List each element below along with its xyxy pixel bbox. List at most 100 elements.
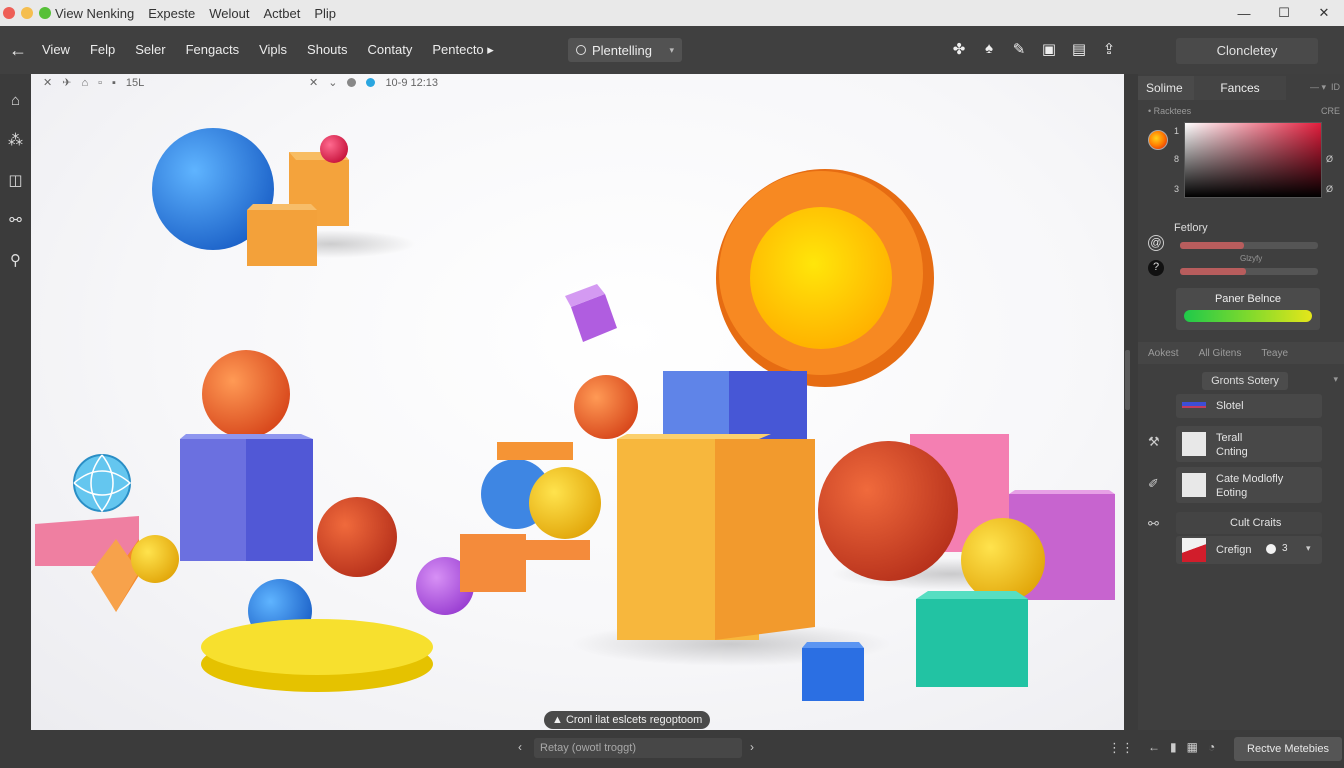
slider-label: Glzyfy [1240,254,1263,263]
material-count: 3 [1282,543,1288,554]
blue-cube-small[interactable] [802,648,864,701]
material-row[interactable]: Crefign 3 ▾ [1176,536,1322,564]
red-sphere-large[interactable] [818,441,958,581]
help-icon[interactable]: ? [1148,260,1164,276]
minimize-icon[interactable]: — [1224,0,1264,26]
material-row[interactable]: Slotel [1176,394,1322,418]
slider-2[interactable] [1180,268,1318,275]
menu-bar: ← View Felp Seler Fengacts Vipls Shouts … [0,26,1344,74]
title-menu-item[interactable]: View Nenking [55,6,134,21]
material-row[interactable]: Terall Cnting [1176,426,1322,462]
navigation-field[interactable]: Retay (owotl troggt) [534,738,742,758]
orange-plank[interactable] [497,442,573,460]
material-row[interactable]: Cate Modlofly Eoting [1176,467,1322,503]
bottom-bar: ‹ Retay (owotl troggt) › ⋮⋮ ← ▮ ▦ ◔ Rect… [0,730,1344,768]
app-window: View Nenking Expeste Welout Actbet Plip … [0,0,1344,768]
teal-cube[interactable] [916,599,1028,687]
orange-sphere-left[interactable] [202,350,290,438]
panel-subtitle-right: CRE [1320,106,1340,116]
tab-solime[interactable]: Solime [1138,76,1194,100]
timer-icon[interactable]: ◔ [1208,740,1215,754]
viewport-canvas[interactable]: ✕ ✈ ⌂ ▫ ▪ 15L ✕ ⌄ 10-9 12:13 ▲ Cronl ila… [31,74,1124,730]
subtab[interactable]: All Gitens [1189,348,1252,359]
subtab[interactable]: Teaye [1251,348,1298,359]
menu-item-fengacts[interactable]: Fengacts [186,42,239,58]
menu-item-felp[interactable]: Felp [90,42,115,58]
subtab[interactable]: Aokest [1138,348,1189,359]
left-toolbar: ⌂ ⁂ ◫ ⚯ ⚲ [0,74,31,730]
window-controls: — ☐ ✕ [1224,0,1344,26]
drop-icon[interactable]: ♠ [980,40,998,58]
yellow-sphere-right[interactable] [961,518,1045,602]
zoom-window-button[interactable] [39,7,51,19]
minimize-window-button[interactable] [21,7,33,19]
menu-item-seler[interactable]: Seler [135,42,165,58]
link-icon[interactable]: ⚯ [1148,516,1159,532]
gradient-widget[interactable]: Paner Belnce [1176,288,1320,330]
grid-icon[interactable]: ⋮⋮ [1108,740,1134,756]
chevron-left-icon[interactable]: ‹ [518,740,522,754]
menu-item-vipls[interactable]: Vipls [259,42,287,58]
menu-item-contaty[interactable]: Contaty [368,42,413,58]
camera-icon[interactable]: ▮ [1170,740,1177,754]
back-arrow-icon[interactable]: ← [1148,740,1160,754]
pen-icon[interactable]: ✎ [1010,40,1028,58]
color-picker-square[interactable] [1184,122,1322,198]
red-sphere-mid[interactable] [317,497,397,577]
material-row[interactable]: Cult Craits [1176,512,1322,534]
chevron-right-icon[interactable]: › [750,740,754,754]
chevron-down-icon: ▾ [669,44,674,55]
home-tool-icon[interactable]: ⌂ [11,92,20,109]
back-arrow-icon[interactable]: ← [0,40,36,61]
title-menu-item[interactable]: Welout [209,6,249,21]
menu-item-view[interactable]: View [42,42,70,58]
material-name: Crefign [1216,544,1252,556]
red-small-sphere[interactable] [320,135,348,163]
complete-button[interactable]: Cloncletey [1176,38,1318,64]
tab-fances[interactable]: Fances [1194,76,1286,100]
menu-item-shouts[interactable]: Shouts [307,42,347,58]
material-subtabs: Aokest All Gitens Teaye [1138,342,1344,364]
vertical-scrollbar[interactable] [1125,350,1130,410]
node-tool-icon[interactable]: ⁂ [8,131,23,149]
maximize-icon[interactable]: ☐ [1264,0,1304,26]
orange-sphere-center[interactable] [574,375,638,439]
document-icon[interactable]: ▤ [1070,40,1088,58]
image-icon[interactable]: ▦ [1187,740,1198,754]
color-value: 3 [1174,184,1180,194]
title-menu-item[interactable]: Expeste [148,6,195,21]
chevron-down-icon[interactable]: ▾ [1333,374,1338,385]
wrench-icon[interactable]: ⚒ [1148,434,1160,450]
3d-scene [35,128,1115,701]
brush-icon[interactable]: ✐ [1148,476,1159,492]
puzzle-icon[interactable]: ✤ [950,40,968,58]
yellow-sphere-center[interactable] [529,467,601,539]
material-name: Terall Cnting [1216,432,1248,458]
mode-dropdown[interactable]: Plentelling ▾ [568,38,682,62]
toggle-dot-icon[interactable] [1266,544,1276,554]
orange-block[interactable] [247,210,317,266]
title-menu-item[interactable]: Plip [314,6,336,21]
share-icon[interactable]: ⇪ [1100,40,1118,58]
orange-cube-mid[interactable] [460,534,526,592]
wireframe-sphere[interactable] [73,454,131,512]
spiral-icon[interactable]: @ [1148,235,1164,251]
group-sort-button[interactable]: Gronts Sotery [1202,372,1288,390]
layers-tool-icon[interactable]: ◫ [8,171,22,189]
window-icon[interactable]: ▣ [1040,40,1058,58]
gradient-bar[interactable] [1184,310,1312,322]
color-swatch[interactable] [1148,130,1168,150]
close-icon[interactable]: ✕ [1304,0,1344,26]
branch-tool-icon[interactable]: ⚲ [10,251,21,269]
link-tool-icon[interactable]: ⚯ [9,211,22,229]
chevron-icon[interactable]: — ▾ ID [1310,82,1340,93]
menu-items: View Felp Seler Fengacts Vipls Shouts Co… [42,42,494,58]
active-materials-button[interactable]: Rectve Metebies [1234,737,1342,761]
yellow-sphere-small[interactable] [131,535,179,583]
slider-1[interactable] [1180,242,1318,249]
close-window-button[interactable] [3,7,15,19]
chevron-down-icon[interactable]: ▾ [1306,543,1311,554]
title-menu-item[interactable]: Actbet [263,6,300,21]
window-traffic-lights [3,7,55,19]
menu-item-pentecto[interactable]: Pentecto ▸ [432,42,493,58]
